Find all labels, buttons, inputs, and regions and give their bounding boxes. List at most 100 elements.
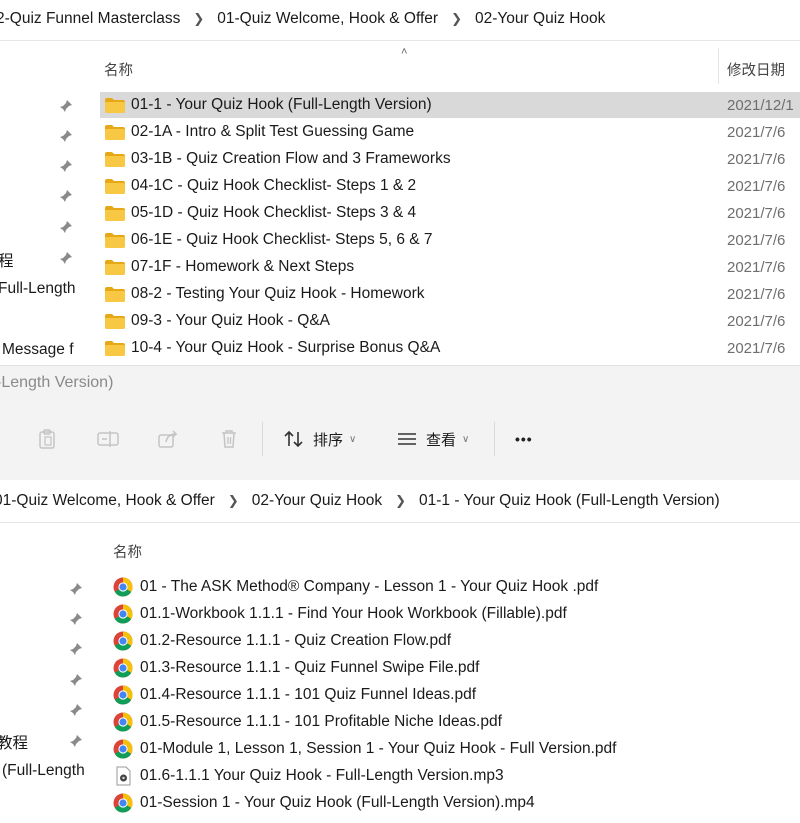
folder-icon	[105, 124, 125, 140]
delete-button[interactable]	[218, 424, 240, 454]
folder-icon	[105, 178, 125, 194]
column-header-modified[interactable]: 修改日期	[727, 59, 785, 80]
chevron-down-icon: ∨	[462, 433, 470, 445]
file-row[interactable]: 01.5-Resource 1.1.1 - 101 Profitable Nic…	[113, 709, 502, 735]
folder-name: 07-1F - Homework & Next Steps	[131, 258, 355, 275]
folder-row[interactable]: 08-2 - Testing Your Quiz Hook - Homework…	[100, 281, 800, 307]
chevron-right-icon: ❯	[227, 493, 239, 508]
sort-button[interactable]: 排序 ∨	[283, 424, 356, 454]
chrome-icon	[113, 793, 133, 813]
modified-date: 2021/7/6	[727, 204, 786, 222]
folder-row[interactable]: 10-4 - Your Quiz Hook - Surprise Bonus Q…	[100, 335, 800, 361]
folder-icon	[105, 340, 125, 356]
file-row[interactable]: 01-Module 1, Lesson 1, Session 1 - Your …	[113, 736, 616, 762]
chrome-icon	[113, 604, 133, 624]
pin-icon[interactable]	[69, 582, 83, 596]
modified-date: 2021/7/6	[727, 258, 786, 276]
pin-icon[interactable]	[69, 734, 83, 748]
sidebar-item-label[interactable]: Message f	[2, 341, 74, 359]
breadcrumb-item[interactable]: 02-Your Quiz Hook	[250, 492, 384, 510]
paste-icon	[39, 429, 55, 449]
folder-name: 01-1 - Your Quiz Hook (Full-Length Versi…	[131, 96, 432, 113]
column-divider[interactable]	[718, 48, 719, 84]
chevron-right-icon: ❯	[451, 11, 462, 26]
folder-row[interactable]: 05-1D - Quiz Hook Checklist- Steps 3 & 4…	[100, 200, 800, 226]
breadcrumb-item[interactable]: 01-Quiz Welcome, Hook & Offer	[215, 10, 440, 28]
file-name: 01.5-Resource 1.1.1 - 101 Profitable Nic…	[140, 713, 502, 730]
file-row[interactable]: 01-Session 1 - Your Quiz Hook (Full-Leng…	[113, 790, 535, 816]
share-button[interactable]	[157, 424, 181, 454]
file-name: 01 - The ASK Method® Company - Lesson 1 …	[140, 578, 599, 595]
file-name: 01.2-Resource 1.1.1 - Quiz Creation Flow…	[140, 632, 452, 649]
modified-date: 2021/7/6	[727, 312, 786, 330]
breadcrumb-item[interactable]: 01-1 - Your Quiz Hook (Full-Length Versi…	[417, 492, 722, 510]
folder-icon	[105, 97, 125, 113]
sidebar-item-label[interactable]: Full-Length	[0, 280, 76, 298]
pin-icon[interactable]	[59, 189, 73, 203]
chrome-icon	[113, 658, 133, 678]
folder-name: 10-4 - Your Quiz Hook - Surprise Bonus Q…	[131, 339, 441, 356]
pin-icon[interactable]	[59, 220, 73, 234]
view-button[interactable]: 查看 ∨	[396, 424, 469, 454]
folder-row[interactable]: 07-1F - Homework & Next Steps 2021/7/6	[100, 254, 800, 280]
sidebar-item-label[interactable]: 教程	[0, 731, 28, 753]
folder-icon	[105, 259, 125, 275]
sort-caret-icon: ˄	[401, 46, 408, 58]
modified-date: 2021/7/6	[727, 339, 786, 357]
pin-icon[interactable]	[69, 642, 83, 656]
folder-row[interactable]: 03-1B - Quiz Creation Flow and 3 Framewo…	[100, 146, 800, 172]
pin-icon[interactable]	[59, 251, 73, 265]
folder-row[interactable]: 06-1E - Quiz Hook Checklist- Steps 5, 6 …	[100, 227, 800, 253]
file-row[interactable]: 01.1-Workbook 1.1.1 - Find Your Hook Wor…	[113, 601, 567, 627]
file-row[interactable]: 01.2-Resource 1.1.1 - Quiz Creation Flow…	[113, 628, 451, 654]
file-name: 01-Session 1 - Your Quiz Hook (Full-Leng…	[140, 794, 535, 811]
pin-icon[interactable]	[59, 129, 73, 143]
top-explorer-pane: 2-Quiz Funnel Masterclass ❯ 01-Quiz Welc…	[0, 0, 800, 365]
folder-icon	[105, 151, 125, 167]
pin-icon[interactable]	[59, 99, 73, 113]
folder-row[interactable]: 09-3 - Your Quiz Hook - Q&A 2021/7/6	[100, 308, 800, 334]
folder-row[interactable]: 02-1A - Intro & Split Test Guessing Game…	[100, 119, 800, 145]
chrome-icon	[113, 577, 133, 597]
navigation-sidebar: 程 Full-Length Message f	[0, 0, 95, 365]
sort-label: 排序	[313, 431, 344, 449]
folder-row[interactable]: 01-1 - Your Quiz Hook (Full-Length Versi…	[100, 92, 800, 118]
chrome-icon	[113, 631, 133, 651]
chevron-right-icon: ❯	[193, 11, 205, 26]
paste-button[interactable]	[36, 424, 58, 454]
sort-icon	[284, 430, 303, 448]
chevron-right-icon: ❯	[395, 493, 407, 508]
navigation-sidebar: 教程 (Full-Length	[0, 480, 95, 823]
rename-button[interactable]	[96, 424, 120, 454]
divider	[0, 40, 800, 41]
divider	[0, 522, 800, 523]
file-row[interactable]: 01.6-1.1.1 Your Quiz Hook - Full-Length …	[113, 763, 504, 789]
window-titlebar-and-toolbar: -Length Version) 排序 ∨ 查看 ∨ •••	[0, 365, 800, 481]
file-row[interactable]: 01.3-Resource 1.1.1 - Quiz Funnel Swipe …	[113, 655, 479, 681]
pin-icon[interactable]	[69, 612, 83, 626]
column-header-name[interactable]: 名称	[104, 59, 133, 80]
file-name: 01.3-Resource 1.1.1 - Quiz Funnel Swipe …	[140, 659, 480, 676]
file-row[interactable]: 01 - The ASK Method® Company - Lesson 1 …	[113, 574, 598, 600]
share-icon	[158, 430, 178, 448]
folder-icon	[105, 232, 125, 248]
column-header-name[interactable]: 名称	[113, 541, 142, 562]
command-bar: 排序 ∨ 查看 ∨ •••	[0, 416, 800, 462]
toolbar-divider	[494, 422, 495, 456]
pin-icon[interactable]	[59, 159, 73, 173]
file-row[interactable]: 01.4-Resource 1.1.1 - 101 Quiz Funnel Id…	[113, 682, 476, 708]
modified-date: 2021/7/6	[727, 285, 786, 303]
pin-icon[interactable]	[69, 673, 83, 687]
breadcrumb-item[interactable]: 02-Your Quiz Hook	[473, 10, 607, 28]
folder-name: 03-1B - Quiz Creation Flow and 3 Framewo…	[131, 150, 451, 167]
folder-row[interactable]: 04-1C - Quiz Hook Checklist- Steps 1 & 2…	[100, 173, 800, 199]
breadcrumb: 01-Quiz Welcome, Hook & Offer ❯ 02-Your …	[0, 482, 722, 520]
sidebar-item-label[interactable]: (Full-Length	[2, 762, 85, 780]
modified-date: 2021/7/6	[727, 231, 786, 249]
folder-icon	[105, 313, 125, 329]
folder-name: 06-1E - Quiz Hook Checklist- Steps 5, 6 …	[131, 231, 433, 248]
sidebar-item-label[interactable]: 程	[0, 249, 14, 271]
pin-icon[interactable]	[69, 703, 83, 717]
more-options-button[interactable]: •••	[515, 424, 533, 454]
file-name: 01.4-Resource 1.1.1 - 101 Quiz Funnel Id…	[140, 686, 477, 703]
